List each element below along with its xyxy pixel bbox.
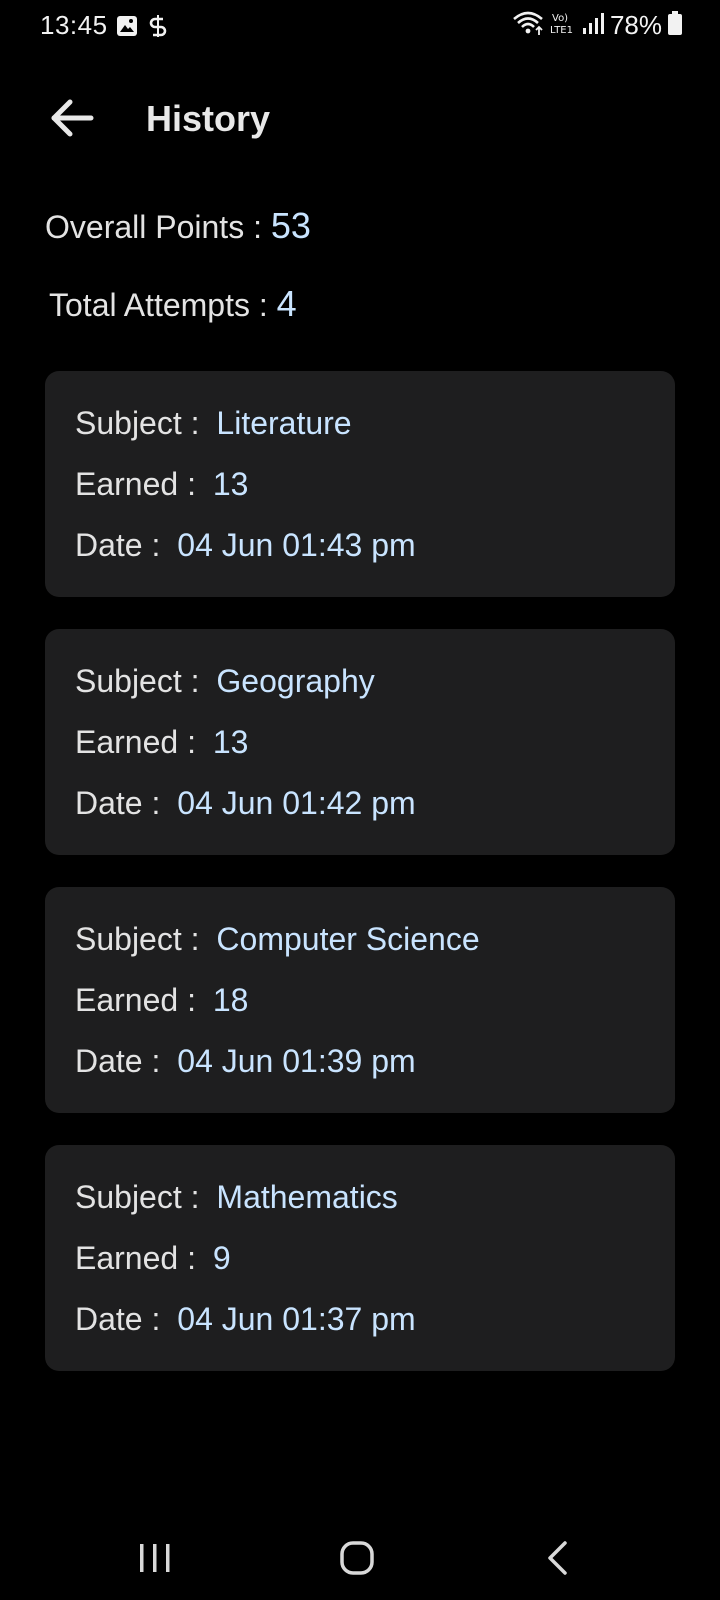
subject-label: Subject : bbox=[75, 663, 200, 699]
date-label: Date : bbox=[75, 527, 161, 563]
subject-row: Subject : Computer Science bbox=[75, 919, 675, 980]
subject-row: Subject : Geography bbox=[75, 661, 675, 722]
history-card[interactable]: Subject : Computer Science Earned : 18 D… bbox=[45, 887, 675, 1113]
date-value: 04 Jun 01:43 pm bbox=[177, 527, 416, 563]
subject-value: Computer Science bbox=[216, 921, 480, 957]
subject-row: Subject : Mathematics bbox=[75, 1177, 675, 1238]
earned-label: Earned : bbox=[75, 466, 196, 502]
wifi-icon bbox=[512, 10, 544, 41]
total-attempts-value: 4 bbox=[276, 283, 297, 324]
battery-percent: 78% bbox=[609, 10, 662, 40]
overall-points-label: Overall Points : bbox=[45, 209, 262, 245]
date-row: Date : 04 Jun 01:43 pm bbox=[75, 525, 675, 586]
date-row: Date : 04 Jun 01:37 pm bbox=[75, 1299, 675, 1360]
history-card[interactable]: Subject : Mathematics Earned : 9 Date : … bbox=[45, 1145, 675, 1371]
home-icon bbox=[339, 1540, 375, 1581]
recents-icon bbox=[137, 1542, 173, 1579]
date-label: Date : bbox=[75, 1301, 161, 1337]
date-row: Date : 04 Jun 01:42 pm bbox=[75, 783, 675, 844]
system-nav-bar bbox=[0, 1520, 720, 1600]
date-row: Date : 04 Jun 01:39 pm bbox=[75, 1041, 675, 1102]
arrow-left-icon bbox=[50, 98, 94, 143]
subject-row: Subject : Literature bbox=[75, 403, 675, 464]
earned-row: Earned : 13 bbox=[75, 464, 675, 525]
date-value: 04 Jun 01:39 pm bbox=[177, 1043, 416, 1079]
status-right-icons: Vo) LTE1 78% bbox=[512, 10, 682, 41]
status-bar: 13:45 Vo) LTE1 78% bbox=[0, 0, 720, 52]
earned-label: Earned : bbox=[75, 982, 196, 1018]
date-label: Date : bbox=[75, 1043, 161, 1079]
overall-points-row: Overall Points : 53 bbox=[45, 205, 311, 247]
earned-label: Earned : bbox=[75, 724, 196, 760]
back-button[interactable] bbox=[40, 90, 104, 150]
date-value: 04 Jun 01:42 pm bbox=[177, 785, 416, 821]
history-card[interactable]: Subject : Geography Earned : 13 Date : 0… bbox=[45, 629, 675, 855]
earned-value: 13 bbox=[212, 724, 249, 760]
total-attempts-row: Total Attempts : 4 bbox=[49, 283, 297, 325]
subject-value: Mathematics bbox=[216, 1179, 398, 1215]
total-attempts-label: Total Attempts : bbox=[49, 287, 268, 323]
back-icon bbox=[545, 1540, 571, 1581]
overall-points-value: 53 bbox=[270, 205, 311, 246]
history-card[interactable]: Subject : Literature Earned : 13 Date : … bbox=[45, 371, 675, 597]
volte-icon: Vo) LTE1 bbox=[550, 10, 576, 41]
home-button[interactable] bbox=[317, 1520, 397, 1600]
history-list: Subject : Literature Earned : 13 Date : … bbox=[45, 371, 675, 1403]
gallery-icon bbox=[116, 15, 138, 42]
recents-button[interactable] bbox=[115, 1520, 195, 1600]
date-value: 04 Jun 01:37 pm bbox=[177, 1301, 416, 1337]
earned-row: Earned : 9 bbox=[75, 1238, 675, 1299]
earned-row: Earned : 13 bbox=[75, 722, 675, 783]
app-header: History bbox=[0, 80, 720, 160]
subject-value: Literature bbox=[216, 405, 352, 441]
subject-label: Subject : bbox=[75, 405, 200, 441]
page-title: History bbox=[146, 98, 271, 139]
subject-label: Subject : bbox=[75, 1179, 200, 1215]
date-label: Date : bbox=[75, 785, 161, 821]
svg-text:LTE1: LTE1 bbox=[550, 25, 573, 36]
earned-label: Earned : bbox=[75, 1240, 196, 1276]
battery-icon bbox=[668, 11, 682, 40]
status-left-icons bbox=[116, 14, 168, 43]
subject-value: Geography bbox=[216, 663, 375, 699]
earned-row: Earned : 18 bbox=[75, 980, 675, 1041]
status-time: 13:45 bbox=[40, 10, 108, 40]
earned-value: 13 bbox=[212, 466, 249, 502]
earned-value: 18 bbox=[212, 982, 249, 1018]
earned-value: 9 bbox=[212, 1240, 231, 1276]
system-back-button[interactable] bbox=[518, 1520, 598, 1600]
subject-label: Subject : bbox=[75, 921, 200, 957]
sync-icon bbox=[148, 14, 168, 43]
signal-icon bbox=[582, 11, 604, 40]
svg-text:Vo): Vo) bbox=[552, 13, 568, 24]
